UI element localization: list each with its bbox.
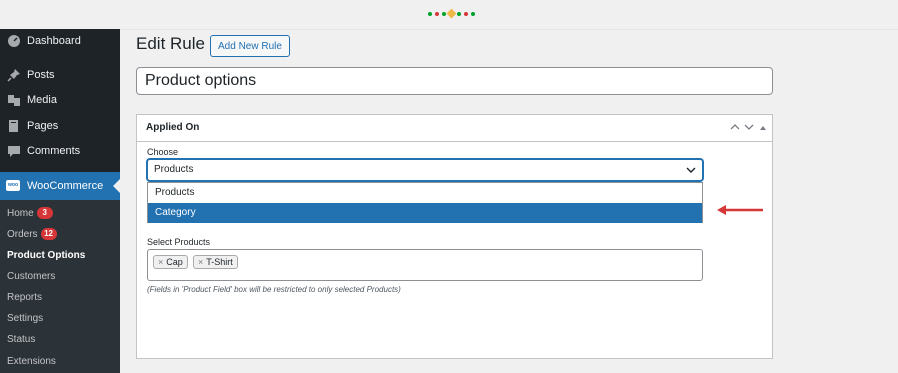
choose-label: Choose [147, 147, 179, 157]
sidebar-item-label: Comments [27, 145, 81, 157]
submenu-item-orders[interactable]: Orders 12 [7, 225, 57, 245]
submenu-item-home[interactable]: Home 3 [7, 204, 53, 224]
loading-dots-icon [428, 9, 475, 19]
woocommerce-logo-icon: woo [6, 180, 20, 191]
collapse-toggle-icon[interactable] [760, 125, 766, 131]
remove-icon[interactable]: × [158, 257, 163, 267]
sidebar-item-label: Media [27, 94, 57, 106]
submenu-item-customers[interactable]: Customers [7, 267, 55, 287]
submenu-item-extensions[interactable]: Extensions [7, 352, 56, 372]
page-title: Edit Rule [136, 34, 205, 53]
add-new-rule-button[interactable]: Add New Rule [210, 35, 290, 57]
choose-select[interactable]: Products [147, 159, 703, 181]
postbox-title: Applied On [146, 122, 200, 133]
postbox-controls [730, 123, 766, 134]
rule-title-input[interactable]: Product options [136, 67, 773, 95]
comment-icon [8, 146, 20, 157]
sidebar-item-woocommerce[interactable]: woo WooCommerce [0, 172, 120, 200]
sidebar-item-comments[interactable]: Comments [0, 139, 120, 163]
sidebar-item-label: Pages [27, 120, 59, 132]
chip-label: T-Shirt [206, 257, 233, 267]
option-products[interactable]: Products [148, 183, 702, 203]
sidebar-item-label: Posts [27, 69, 55, 81]
product-chip[interactable]: × Cap [153, 255, 188, 269]
notification-badge: 12 [40, 228, 57, 240]
remove-icon[interactable]: × [198, 257, 203, 267]
dashboard-icon [8, 35, 20, 47]
products-hint: (Fields in 'Product Field' box will be r… [147, 285, 401, 294]
selected-value: Products [154, 164, 194, 175]
current-menu-arrow [113, 179, 120, 193]
sidebar-item-media[interactable]: Media [0, 88, 120, 112]
top-bar [0, 0, 898, 30]
chevron-down-icon [686, 167, 696, 173]
submenu-item-product-options[interactable]: Product Options [7, 246, 85, 266]
sidebar-item-dashboard[interactable]: Dashboard [0, 29, 120, 53]
sidebar-item-label: WooCommerce [27, 180, 104, 192]
chip-label: Cap [166, 257, 183, 267]
red-arrow-icon [717, 205, 763, 215]
submenu-item-reports[interactable]: Reports [7, 288, 42, 308]
sidebar-item-pages[interactable]: Pages [0, 114, 120, 138]
submenu-item-settings[interactable]: Settings [7, 309, 43, 329]
pages-icon [9, 120, 18, 132]
applied-on-postbox: Applied On Choose Products Products Cate… [136, 114, 773, 359]
submenu-item-label: Orders [7, 229, 38, 240]
sidebar-item-label: Dashboard [27, 35, 81, 47]
postbox-header: Applied On [137, 115, 772, 142]
select-products-label: Select Products [147, 237, 211, 247]
chevron-up-icon[interactable] [730, 123, 740, 131]
option-category[interactable]: Category [148, 203, 702, 223]
notification-badge: 3 [36, 207, 53, 219]
submenu-item-status[interactable]: Status [7, 330, 35, 350]
media-icon [8, 95, 20, 106]
woocommerce-submenu: Home 3 Orders 12 Product Options Customers… [0, 200, 120, 373]
pin-icon [7, 69, 20, 82]
submenu-item-label: Home [7, 208, 34, 219]
chevron-down-icon[interactable] [744, 123, 754, 131]
choose-dropdown-list: Products Category [147, 182, 703, 223]
product-chip[interactable]: × T-Shirt [193, 255, 238, 269]
select-products-field[interactable]: × Cap × T-Shirt [147, 249, 703, 281]
sidebar-item-posts[interactable]: Posts [0, 63, 120, 87]
